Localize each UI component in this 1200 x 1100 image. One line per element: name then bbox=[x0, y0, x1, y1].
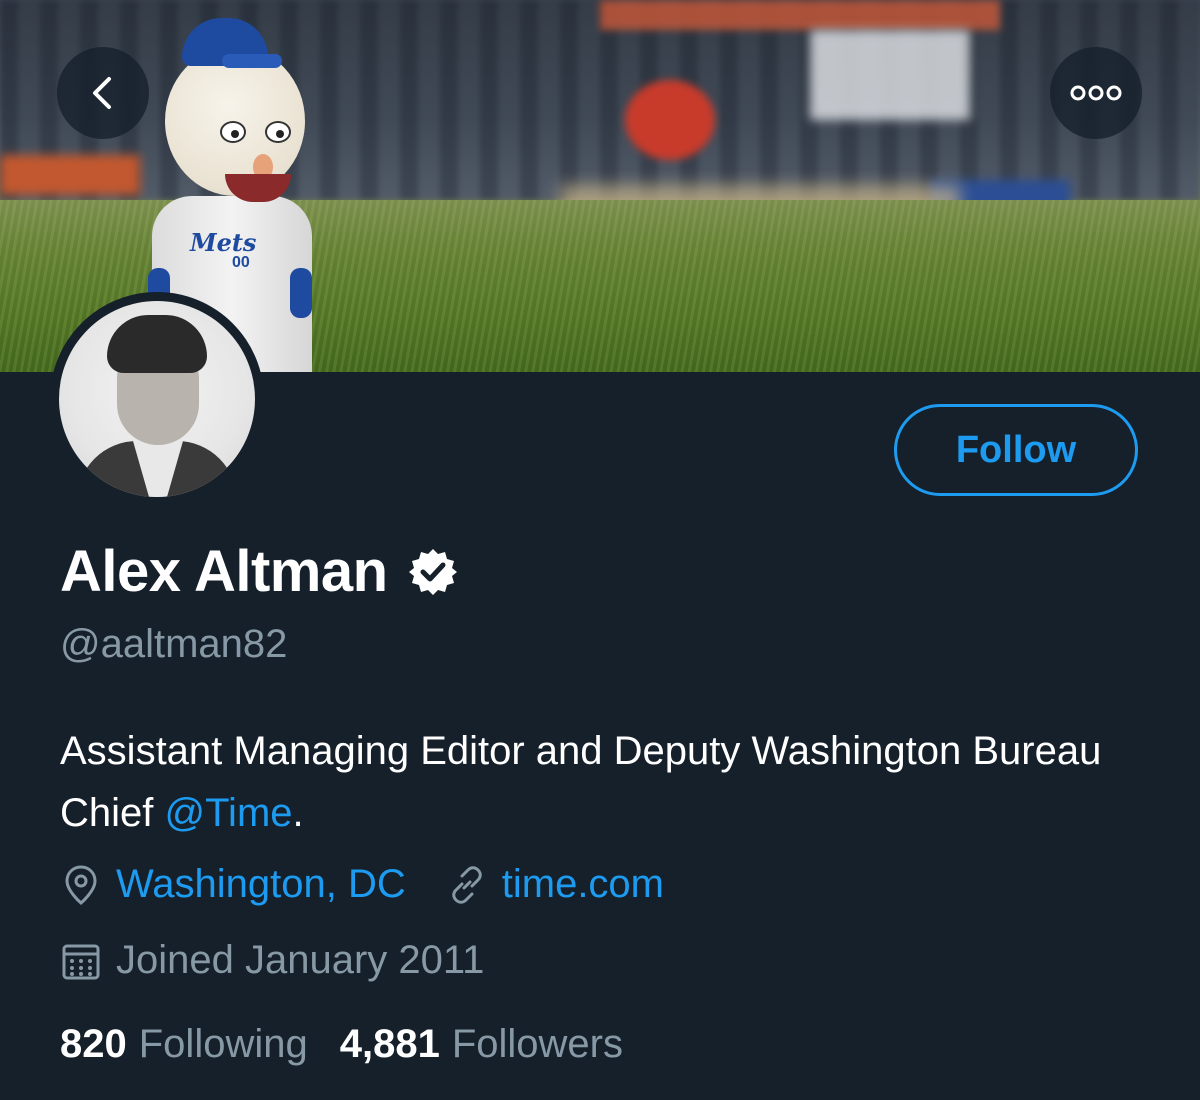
more-options-button[interactable] bbox=[1050, 47, 1142, 139]
bobblehead-head bbox=[165, 46, 305, 202]
bobblehead-eye bbox=[220, 121, 246, 143]
more-horizontal-icon bbox=[1070, 85, 1122, 101]
jersey-text: Mets bbox=[190, 228, 257, 257]
website-link[interactable]: time.com bbox=[502, 862, 664, 907]
profile-handle: @aaltman82 bbox=[60, 622, 288, 666]
followers-label: Followers bbox=[451, 1022, 623, 1066]
avatar-photo bbox=[59, 301, 255, 497]
profile-joined-row: Joined January 2011 bbox=[60, 938, 524, 983]
following-count: 820 bbox=[60, 1022, 127, 1066]
location-item: Washington, DC bbox=[60, 862, 406, 907]
profile-name-row: Alex Altman bbox=[60, 538, 458, 605]
calendar-icon bbox=[62, 944, 100, 979]
profile-meta-row: Washington, DC time.com bbox=[60, 862, 704, 907]
banner-scoreboard bbox=[810, 30, 970, 120]
profile-bio: Assistant Managing Editor and Deputy Was… bbox=[60, 720, 1160, 844]
followers-count: 4,881 bbox=[339, 1022, 440, 1066]
location-pin-icon bbox=[65, 864, 97, 905]
location-link[interactable]: Washington, DC bbox=[116, 862, 406, 907]
banner-wall-sign bbox=[0, 155, 140, 195]
verified-badge-icon bbox=[408, 548, 457, 595]
follow-button[interactable]: Follow bbox=[894, 404, 1138, 496]
following-stat[interactable]: 820 Following bbox=[60, 1022, 308, 1067]
website-item: time.com bbox=[446, 862, 664, 907]
profile-name: Alex Altman bbox=[60, 539, 388, 604]
following-label: Following bbox=[138, 1022, 308, 1066]
chevron-left-icon bbox=[93, 77, 111, 109]
joined-item: Joined January 2011 bbox=[60, 938, 484, 983]
banner-sign bbox=[600, 0, 1000, 30]
bobblehead-arm bbox=[290, 268, 312, 318]
avatar[interactable] bbox=[50, 292, 264, 506]
link-icon bbox=[452, 865, 482, 904]
jersey-number: 00 bbox=[232, 254, 250, 271]
bio-mention-link[interactable]: @Time bbox=[165, 791, 293, 835]
banner-home-run-apple bbox=[625, 80, 715, 160]
back-button[interactable] bbox=[57, 47, 149, 139]
bobblehead-cap-bill bbox=[222, 54, 282, 68]
bio-end: . bbox=[292, 791, 304, 835]
follow-stats: 820 Following 4,881 Followers bbox=[60, 1022, 655, 1067]
joined-date: Joined January 2011 bbox=[116, 938, 485, 982]
avatar-hair bbox=[107, 315, 207, 373]
bobblehead-eye bbox=[265, 121, 291, 143]
followers-stat[interactable]: 4,881 Followers bbox=[340, 1022, 623, 1067]
